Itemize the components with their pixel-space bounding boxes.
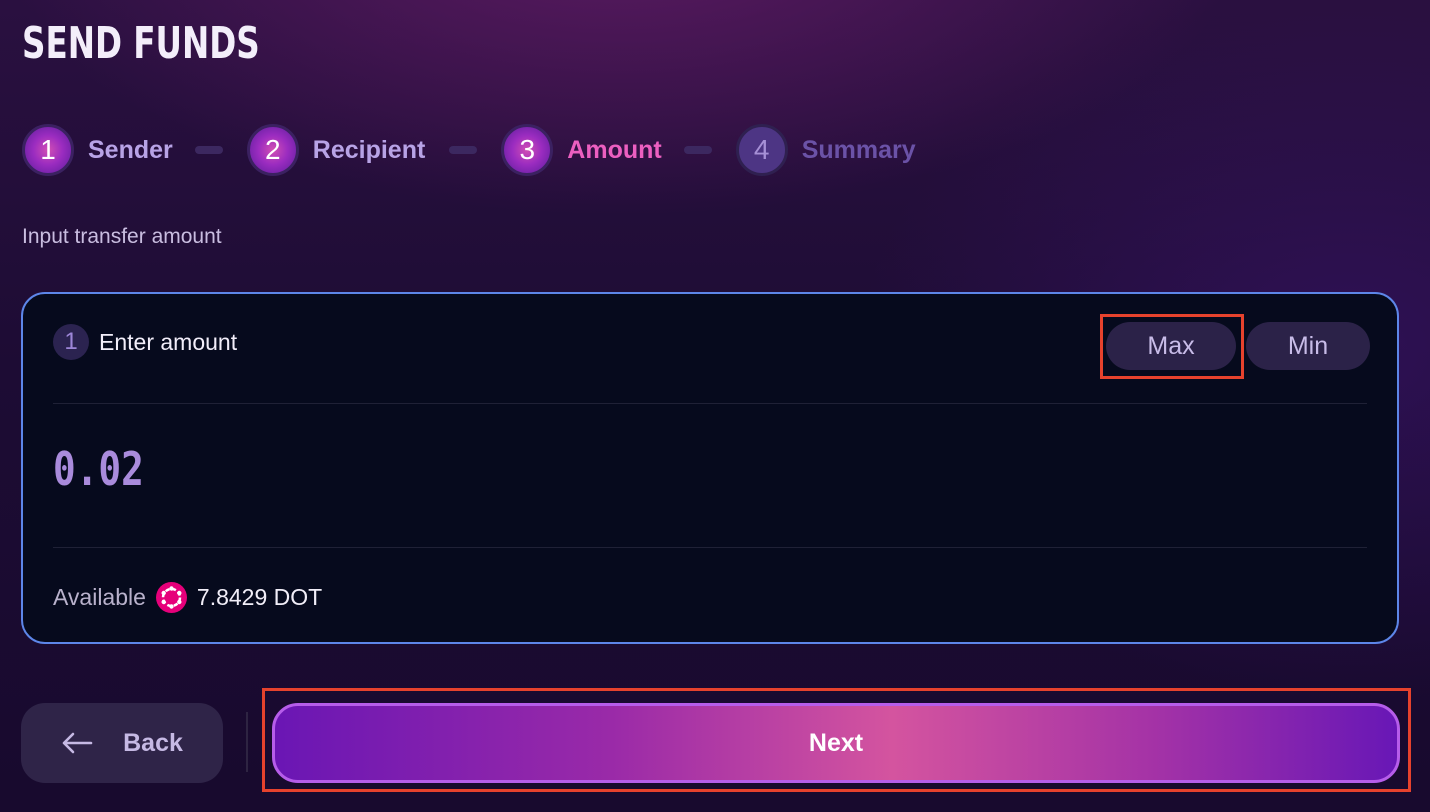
step-summary: 4 Summary <box>735 124 916 176</box>
step-recipient[interactable]: 2 Recipient <box>246 124 426 176</box>
page-subtitle: Input transfer amount <box>22 225 222 248</box>
step-connector <box>194 146 223 154</box>
available-balance: Available 7.8429 DOT <box>53 582 322 613</box>
stepper: 1 Sender 2 Recipient 3 Amount 4 Summary <box>22 121 916 179</box>
next-button-label: Next <box>808 728 864 757</box>
next-button[interactable]: Next <box>272 703 1400 783</box>
polkadot-icon <box>155 582 187 613</box>
divider <box>53 403 1367 404</box>
available-value: 7.8429 DOT <box>196 584 323 610</box>
vertical-separator <box>246 712 248 772</box>
max-button[interactable]: Max <box>1106 322 1236 370</box>
amount-card-title: Enter amount <box>99 328 238 355</box>
amount-card-header: 1 Enter amount <box>53 324 237 360</box>
step-amount[interactable]: 3 Amount <box>501 124 662 176</box>
step-number: 2 <box>246 124 299 176</box>
step-number: 1 <box>22 124 74 176</box>
divider <box>53 547 1367 548</box>
step-label: Sender <box>88 135 173 164</box>
step-label: Amount <box>567 135 662 164</box>
step-number: 3 <box>501 124 554 176</box>
step-number: 4 <box>735 124 788 176</box>
amount-step-badge: 1 <box>53 324 89 360</box>
arrow-left-icon <box>62 732 93 754</box>
back-button-label: Back <box>123 728 183 757</box>
step-label: Summary <box>801 135 916 164</box>
step-connector <box>683 146 712 154</box>
amount-input[interactable]: 0.02 <box>53 446 144 492</box>
available-label: Available <box>53 584 146 610</box>
back-button[interactable]: Back <box>21 703 223 783</box>
amount-card: 1 Enter amount Max Min 0.02 Available 7.… <box>21 292 1399 644</box>
step-sender[interactable]: 1 Sender <box>22 124 173 176</box>
step-connector <box>449 146 478 154</box>
page-title: SEND FUNDS <box>22 18 260 69</box>
step-label: Recipient <box>312 135 426 164</box>
min-button[interactable]: Min <box>1246 322 1370 370</box>
